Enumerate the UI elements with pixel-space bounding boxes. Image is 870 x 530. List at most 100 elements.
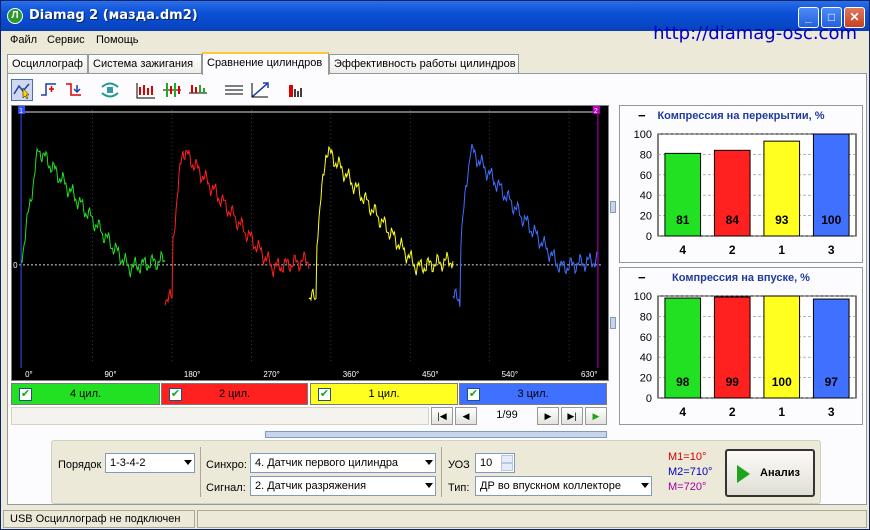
y-tick-label: 0 [646, 231, 652, 243]
signal-label: Сигнал: [206, 482, 246, 494]
intake-compression-chart: 100 80 60 40 20 0 98 4 99 2 100 1 97 3 [634, 291, 857, 419]
chevron-down-icon [425, 483, 433, 488]
tab-oscilloscope[interactable]: Осциллограф [7, 54, 88, 74]
bar-chart-icon[interactable] [285, 79, 307, 101]
tab-cylinder-efficiency[interactable]: Эффективность работы цилиндров [329, 54, 519, 74]
menu-file[interactable]: Файл [10, 34, 37, 46]
play-button[interactable]: ▶ [585, 407, 607, 425]
sync-value: 4. Датчик первого цилиндра [255, 457, 399, 469]
uoz-label: УОЗ [448, 459, 470, 471]
chart-title: Компрессия на перекрытии, % [657, 110, 825, 122]
bar-value-label: 99 [726, 375, 740, 389]
tab-ignition[interactable]: Система зажигания [88, 54, 202, 74]
uoz-spinner[interactable]: 10 [475, 453, 515, 473]
prev-page-button[interactable]: ◀ [455, 407, 477, 425]
x-tick-label: 450° [422, 370, 438, 379]
cylinder-toggle-3[interactable]: ✔ 3 цил. [459, 383, 607, 405]
y-tick-label: 100 [634, 291, 652, 303]
sync-label: Синхро: [206, 459, 247, 471]
oscilloscope-view[interactable]: 1 2 0 0° 90° 180° 270° 360° 450° 540° 630° [11, 105, 609, 381]
marker-m2: M2=710° [668, 466, 713, 478]
y-tick-label: 0 [646, 393, 652, 405]
menu-help[interactable]: Помощь [96, 34, 139, 46]
splitter-handle-horizontal[interactable] [265, 431, 607, 438]
sync-select[interactable]: 4. Датчик первого цилиндра [250, 453, 436, 473]
scale-icon[interactable] [249, 79, 271, 101]
chevron-down-icon [641, 483, 649, 488]
cursor-mode-icon[interactable] [11, 79, 33, 101]
type-value: ДР во впускном коллекторе [480, 480, 622, 492]
main-window: Л Diamag 2 (мазда.dm2) _ □ ✕ Файл Сервис… [0, 0, 870, 530]
cylinders-overlay-icon[interactable] [161, 79, 183, 101]
page-indicator: 1/99 [496, 409, 518, 421]
bar-value-label: 97 [825, 375, 839, 389]
site-url[interactable]: http://diamag-osc.com [653, 23, 857, 44]
menu-service[interactable]: Сервис [47, 34, 85, 46]
intake-compression-panel: − Компрессия на впуске, % 100 80 60 40 20 0 98… [619, 267, 863, 425]
uoz-value: 10 [480, 457, 493, 469]
y-tick-label: 20 [640, 211, 652, 223]
bar-value-label: 81 [676, 213, 690, 227]
category-label: 1 [778, 243, 785, 257]
y-tick-label: 100 [634, 129, 652, 141]
category-label: 3 [828, 405, 835, 419]
tab-cylinder-compare[interactable]: Сравнение цилиндров [202, 52, 329, 75]
bar-value-label: 100 [821, 213, 841, 227]
overlap-compression-panel: − Компрессия на перекрытии, % 100 80 60 40 2… [619, 105, 863, 263]
cylinder-toggle-1[interactable]: ✔ 1 цил. [310, 383, 458, 405]
bar-value-label: 93 [775, 213, 789, 227]
type-select[interactable]: ДР во впускном коллекторе [475, 476, 652, 496]
cylinder-toggle-4[interactable]: ✔ 4 цил. [11, 383, 160, 405]
window-title: Diamag 2 (мазда.dm2) [29, 8, 198, 23]
play-icon [737, 465, 750, 483]
category-label: 4 [679, 243, 686, 257]
status-text: USB Осциллограф не подключен [3, 510, 195, 528]
divider [200, 447, 201, 497]
category-label: 1 [778, 405, 785, 419]
tab-strip: Осциллограф Система зажигания Сравнение … [7, 52, 867, 75]
spin-up-button[interactable] [501, 455, 513, 463]
y-tick-label: 60 [640, 170, 652, 182]
sync-icon[interactable] [99, 79, 121, 101]
x-tick-label: 180° [184, 370, 200, 379]
marker-add-icon[interactable] [38, 79, 60, 101]
order-select[interactable]: 1-3-4-2 [105, 453, 195, 473]
x-tick-label: 630° [581, 370, 597, 379]
cylinder-label: 3 цил. [517, 388, 549, 400]
status-cell-empty [197, 510, 867, 528]
analyze-button[interactable]: Анализ [725, 449, 815, 497]
spin-down-button[interactable] [501, 463, 513, 471]
grid-lines-icon[interactable] [223, 79, 245, 101]
x-tick-label: 270° [263, 370, 279, 379]
cylinders-split-icon[interactable] [135, 79, 157, 101]
x-tick-label: 0° [25, 370, 33, 379]
marker-m: M=720° [668, 481, 707, 493]
chevron-down-icon [425, 460, 433, 465]
marker-readout: M1=10° M2=710° M=720° [668, 450, 712, 495]
cylinders-compare-icon[interactable] [187, 79, 209, 101]
signal-value: 2. Датчик разряжения [255, 480, 367, 492]
x-tick-label: 360° [343, 370, 359, 379]
signal-select[interactable]: 2. Датчик разряжения [250, 476, 436, 496]
y-tick-label: 80 [640, 149, 652, 161]
marker-remove-icon[interactable] [63, 79, 85, 101]
y-tick-label: 80 [640, 311, 652, 323]
next-page-button[interactable]: ▶ [537, 407, 559, 425]
analyze-label: Анализ [760, 467, 800, 479]
overlap-compression-chart: 100 80 60 40 20 0 81 4 84 2 93 1 100 3 [634, 129, 857, 257]
bar-value-label: 98 [676, 375, 690, 389]
splitter-handle-top[interactable] [610, 201, 616, 213]
last-page-button[interactable]: ▶| [561, 407, 583, 425]
first-page-button[interactable]: |◀ [431, 407, 453, 425]
horizontal-scrollbar[interactable] [11, 407, 429, 425]
y-tick-label: 40 [640, 190, 652, 202]
cylinder-label: 2 цил. [218, 388, 251, 400]
status-bar: USB Осциллограф не подключен [1, 509, 869, 529]
chevron-down-icon [184, 460, 192, 465]
y-tick-label: 20 [640, 373, 652, 385]
y-tick-label: 40 [640, 352, 652, 364]
splitter-handle-bottom[interactable] [610, 317, 616, 329]
cylinder-toggle-2[interactable]: ✔ 2 цил. [161, 383, 308, 405]
marker-2-label: 2 [594, 108, 598, 115]
category-label: 3 [828, 243, 835, 257]
